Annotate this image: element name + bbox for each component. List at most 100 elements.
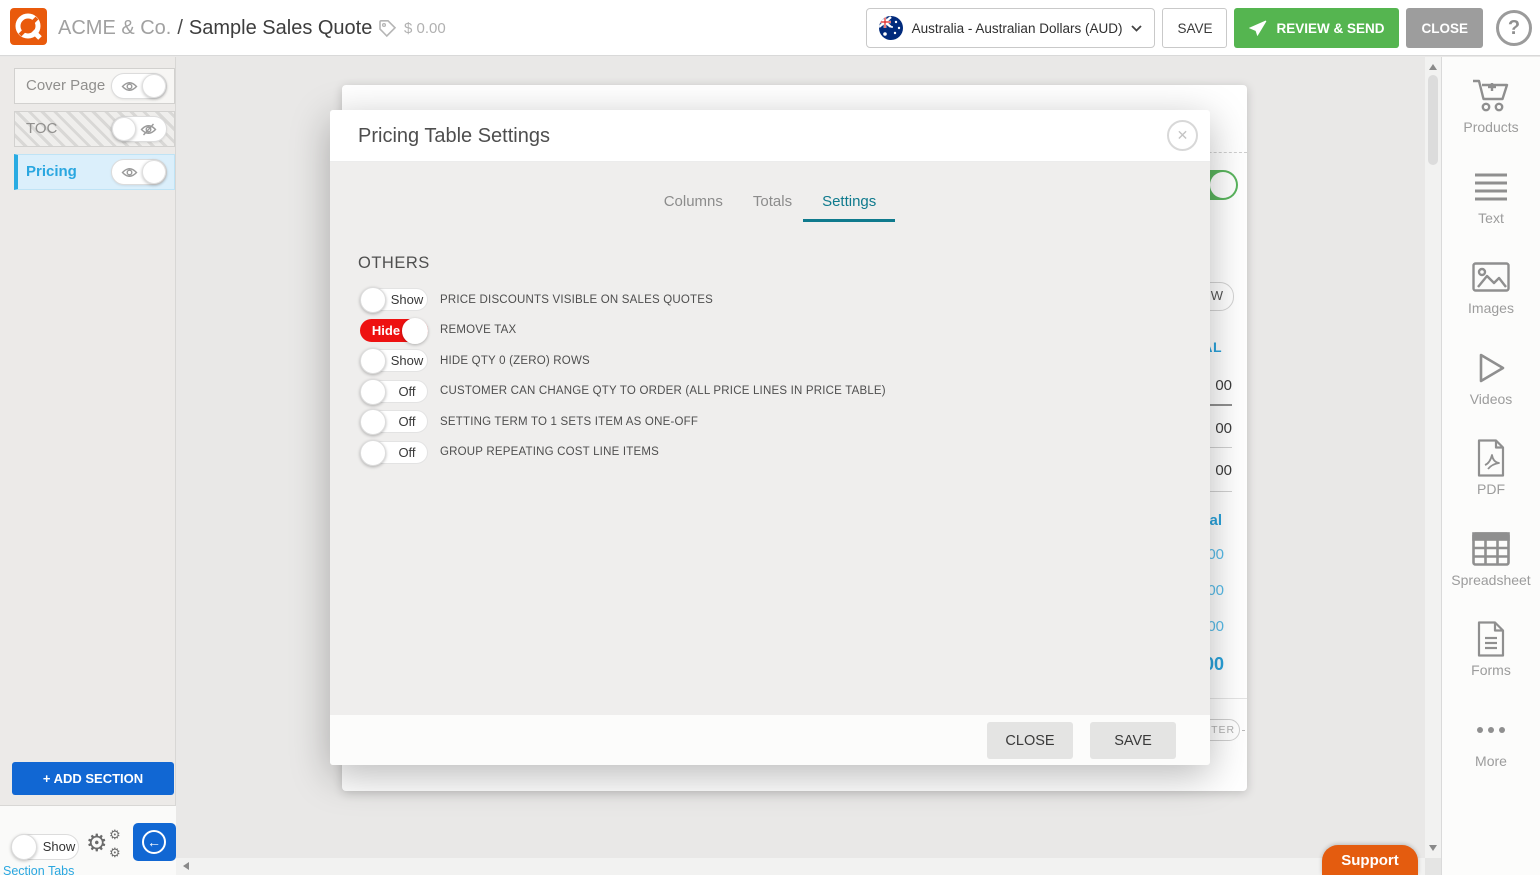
support-button[interactable]: Support: [1322, 845, 1418, 875]
paper-plane-icon: [1249, 20, 1267, 36]
gear-icon: ⚙: [109, 846, 121, 859]
tool-text[interactable]: Text: [1442, 162, 1540, 253]
toggle-knob: [360, 287, 386, 313]
toggle-price-discounts[interactable]: Show: [360, 288, 428, 311]
cart-plus-icon: [1470, 75, 1512, 117]
settings-group-title: OTHERS: [358, 254, 430, 273]
logo-q-icon: [10, 8, 47, 45]
toggle-state-label: Off: [387, 442, 427, 463]
visibility-toggle[interactable]: [111, 73, 167, 99]
gear-icon: ⚙: [86, 832, 108, 856]
pricing-amount: 00: [1215, 420, 1232, 437]
pricing-table-settings-modal: Pricing Table Settings ✕ Columns Totals …: [330, 110, 1210, 765]
scroll-down-icon[interactable]: [1429, 845, 1437, 851]
setting-row: Off SETTING TERM TO 1 SETS ITEM AS ONE-O…: [360, 410, 886, 433]
tool-label: Images: [1468, 300, 1514, 316]
chevron-down-icon: [1131, 25, 1142, 32]
setting-row: Show PRICE DISCOUNTS VISIBLE ON SALES QU…: [360, 288, 886, 311]
tab-totals[interactable]: Totals: [753, 193, 792, 219]
breadcrumb: ACME & Co./Sample Sales Quote: [58, 0, 372, 56]
close-icon[interactable]: ✕: [1167, 120, 1198, 151]
toggle-state-label: Show: [387, 289, 427, 310]
content-toolbar: Products Text Images Videos: [1441, 57, 1540, 875]
tool-images[interactable]: Images: [1442, 252, 1540, 343]
tool-label: Forms: [1471, 662, 1511, 678]
scroll-left-icon[interactable]: [183, 862, 189, 870]
tool-label: Spreadsheet: [1451, 572, 1530, 588]
section-label: Cover Page: [26, 69, 105, 103]
settings-gears-icon[interactable]: ⚙ ⚙ ⚙: [86, 828, 128, 866]
eye-icon: [121, 166, 138, 184]
toggle-knob: [360, 348, 386, 374]
header-actions: Australia - Australian Dollars (AUD) SAV…: [866, 8, 1532, 48]
toggle-knob: [142, 160, 166, 184]
visibility-toggle[interactable]: [111, 159, 167, 185]
toggle-remove-tax[interactable]: Hide: [360, 319, 428, 342]
collapse-sidebar-button[interactable]: ←: [133, 823, 176, 861]
setting-row: Off CUSTOMER CAN CHANGE QTY TO ORDER (AL…: [360, 380, 886, 403]
tool-forms[interactable]: Forms: [1442, 614, 1540, 705]
top-header: ACME & Co./Sample Sales Quote $ 0.00: [0, 0, 1540, 56]
help-icon[interactable]: ?: [1496, 10, 1532, 46]
ellipsis-icon: [1477, 709, 1505, 751]
toggle-knob: [142, 74, 166, 98]
vertical-scrollbar[interactable]: [1425, 57, 1441, 858]
toggle-label: Show: [39, 835, 79, 859]
text-lines-icon: [1473, 166, 1509, 208]
section-label: TOC: [26, 112, 57, 146]
toggle-knob: [360, 379, 386, 405]
setting-label: REMOVE TAX: [440, 324, 516, 336]
toggle-knob: [360, 440, 386, 466]
settings-rows: Show PRICE DISCOUNTS VISIBLE ON SALES QU…: [360, 288, 886, 471]
setting-label: PRICE DISCOUNTS VISIBLE ON SALES QUOTES: [440, 294, 713, 306]
toggle-knob: [402, 318, 428, 344]
setting-label: HIDE QTY 0 (ZERO) ROWS: [440, 355, 590, 367]
toggle-group-repeating[interactable]: Off: [360, 441, 428, 464]
tool-more[interactable]: More: [1442, 705, 1540, 796]
scrollbar-thumb[interactable]: [1428, 75, 1438, 165]
sidebar-item-pricing[interactable]: Pricing: [14, 154, 175, 190]
setting-row: Show HIDE QTY 0 (ZERO) ROWS: [360, 349, 886, 372]
tool-videos[interactable]: Videos: [1442, 343, 1540, 434]
tab-settings[interactable]: Settings: [822, 193, 876, 219]
visibility-toggle[interactable]: [111, 116, 167, 142]
tool-pdf[interactable]: PDF: [1442, 433, 1540, 524]
eye-icon: [121, 80, 138, 98]
review-and-send-label: REVIEW & SEND: [1276, 21, 1384, 36]
sidebar-item-cover-page[interactable]: Cover Page: [14, 68, 175, 104]
toggle-term-one-off[interactable]: Off: [360, 410, 428, 433]
tool-products[interactable]: Products: [1442, 71, 1540, 162]
save-button[interactable]: SAVE: [1162, 8, 1227, 48]
section-tabs-toggle[interactable]: Show: [11, 834, 79, 860]
scroll-up-icon[interactable]: [1429, 64, 1437, 70]
page-title: Sample Sales Quote: [189, 17, 372, 39]
toggle-customer-change-qty[interactable]: Off: [360, 380, 428, 403]
modal-close-button[interactable]: CLOSE: [987, 722, 1073, 759]
review-and-send-button[interactable]: REVIEW & SEND: [1234, 8, 1399, 48]
tool-spreadsheet[interactable]: Spreadsheet: [1442, 524, 1540, 615]
play-icon: [1475, 347, 1507, 389]
breadcrumb-company[interactable]: ACME & Co.: [58, 17, 171, 39]
toggle-state-label: Off: [387, 411, 427, 432]
modal-header: Pricing Table Settings ✕: [330, 110, 1210, 162]
currency-dropdown[interactable]: Australia - Australian Dollars (AUD): [866, 8, 1156, 48]
close-quote-button[interactable]: CLOSE: [1406, 8, 1483, 48]
quote-price-tag: $ 0.00: [378, 0, 446, 56]
app-logo-icon[interactable]: [10, 8, 47, 45]
toggle-state-label: Hide: [367, 320, 405, 342]
tool-label: PDF: [1477, 481, 1505, 497]
modal-tabs: Columns Totals Settings: [330, 193, 1210, 219]
horizontal-scrollbar[interactable]: [176, 858, 1425, 875]
modal-save-button[interactable]: SAVE: [1090, 722, 1176, 759]
toggle-hide-qty-zero[interactable]: Show: [360, 349, 428, 372]
add-section-button[interactable]: + ADD SECTION: [12, 762, 174, 795]
modal-title: Pricing Table Settings: [358, 110, 550, 162]
gear-icon: ⚙: [109, 828, 121, 841]
tab-columns[interactable]: Columns: [664, 193, 723, 219]
toggle-state-label: Off: [387, 381, 427, 402]
tool-label: More: [1475, 753, 1507, 769]
sidebar-item-toc[interactable]: TOC: [14, 111, 175, 147]
toggle-knob: [1210, 172, 1236, 198]
setting-row: Off GROUP REPEATING COST LINE ITEMS: [360, 441, 886, 464]
australia-flag-icon: [879, 16, 903, 40]
